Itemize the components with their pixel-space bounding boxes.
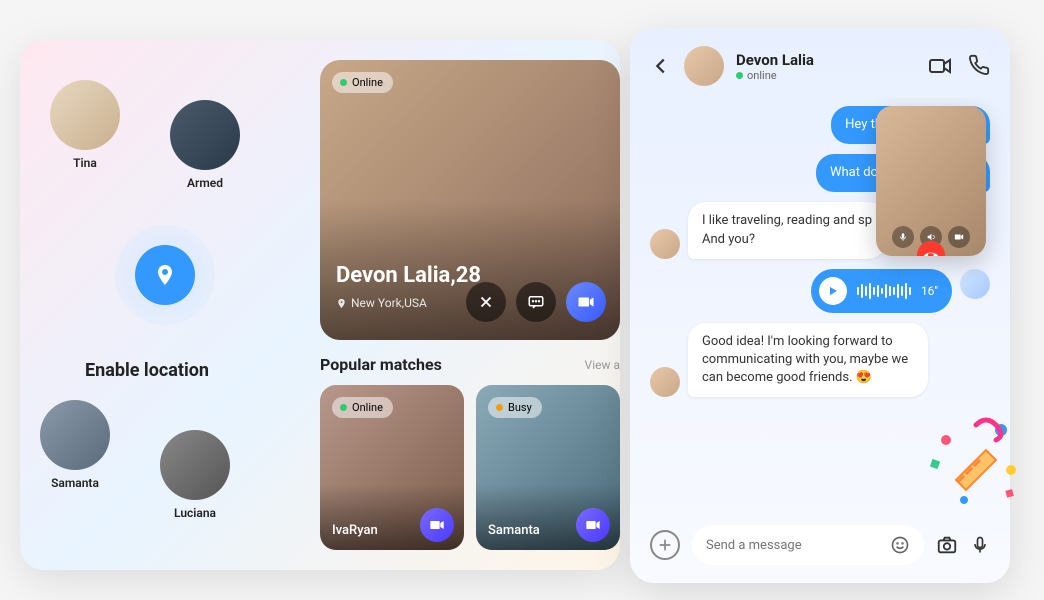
- user-name-label: Samanta: [40, 476, 110, 490]
- dismiss-button[interactable]: [466, 282, 506, 322]
- plus-icon: [657, 537, 673, 553]
- featured-profile-card[interactable]: Online Devon Lalia,28 New York,USA: [320, 60, 620, 340]
- status-pill: Online: [332, 397, 393, 418]
- chat-title-block: Devon Lalia online: [736, 51, 916, 82]
- pip-camera-button[interactable]: [948, 226, 970, 248]
- message-input[interactable]: [706, 538, 890, 553]
- message-button[interactable]: [516, 282, 556, 322]
- chat-input-bar: [630, 511, 1010, 583]
- user-name-label: Luciana: [160, 506, 230, 520]
- chat-panel: Devon Lalia online Hey there! Nice to me…: [630, 28, 1010, 583]
- waveform-icon: [857, 283, 911, 299]
- nearby-user-armed[interactable]: Armed: [170, 100, 240, 190]
- featured-location: New York,USA: [336, 296, 427, 310]
- message-bubble[interactable]: Good idea! I'm looking forward to commun…: [688, 323, 928, 398]
- voice-message-bubble[interactable]: 16'': [811, 269, 952, 313]
- pin-icon: [336, 298, 347, 309]
- video-icon: [585, 517, 601, 533]
- nearby-user-samanta[interactable]: Samanta: [40, 400, 110, 490]
- nearby-user-tina[interactable]: Tina: [50, 80, 120, 170]
- chat-contact-status: online: [736, 69, 916, 82]
- featured-actions: [466, 282, 606, 322]
- chat-header: Devon Lalia online: [630, 28, 1010, 98]
- video-call-button[interactable]: [420, 508, 454, 542]
- online-dot-icon: [736, 72, 743, 79]
- popular-name: IvaRyan: [332, 523, 378, 538]
- status-text: Busy: [508, 401, 532, 414]
- online-status-pill: Online: [332, 72, 393, 93]
- popular-card-samanta[interactable]: Busy Samanta: [476, 385, 620, 550]
- chat-body: Hey there! Nice to mee What do you usual…: [630, 98, 1010, 511]
- user-name-label: Armed: [170, 176, 240, 190]
- popular-title: Popular matches: [320, 355, 442, 374]
- video-icon: [928, 54, 952, 78]
- avatar: [170, 100, 240, 170]
- status-text: Online: [352, 401, 383, 414]
- chat-icon: [527, 293, 545, 311]
- message-row-voice: 16'': [650, 269, 990, 313]
- chat-header-actions: [928, 54, 990, 78]
- busy-dot-icon: [496, 404, 503, 411]
- emoji-button[interactable]: [890, 535, 910, 555]
- popular-name: Samanta: [488, 523, 540, 538]
- popular-header: Popular matches View a: [320, 355, 620, 374]
- nearby-user-luciana[interactable]: Luciana: [160, 430, 230, 520]
- video-call-button[interactable]: [576, 508, 610, 542]
- camera-button[interactable]: [936, 534, 958, 556]
- status-pill: Busy: [488, 397, 542, 418]
- pip-mute-button[interactable]: [892, 226, 914, 248]
- enable-location-label: Enable location: [85, 360, 209, 381]
- message-avatar: [650, 367, 680, 397]
- phone-hangup-icon: [924, 248, 938, 256]
- video-icon: [577, 293, 595, 311]
- phone-icon: [968, 54, 990, 76]
- avatar: [50, 80, 120, 150]
- mic-icon: [970, 535, 990, 555]
- smile-icon: [890, 535, 910, 555]
- avatar: [160, 430, 230, 500]
- message-avatar: [960, 269, 990, 299]
- video-icon: [954, 232, 964, 242]
- mic-button[interactable]: [970, 535, 990, 555]
- popular-card-ivaryan[interactable]: Online IvaRyan: [320, 385, 464, 550]
- voice-call-button[interactable]: [968, 54, 990, 78]
- back-button[interactable]: [650, 55, 672, 77]
- mic-icon: [898, 232, 908, 242]
- video-pip-overlay[interactable]: [876, 106, 986, 256]
- message-avatar: [650, 229, 680, 259]
- voice-duration: 16'': [921, 284, 938, 298]
- message-bubble[interactable]: I like traveling, reading and sp And you…: [688, 202, 886, 258]
- camera-icon: [936, 534, 958, 556]
- attach-button[interactable]: [650, 530, 680, 560]
- video-call-button[interactable]: [928, 54, 952, 78]
- chat-contact-name: Devon Lalia: [736, 51, 916, 69]
- view-all-link[interactable]: View a: [585, 358, 620, 372]
- close-icon: [477, 293, 495, 311]
- enable-location-button[interactable]: [115, 225, 215, 325]
- online-dot-icon: [340, 404, 347, 411]
- location-pin-icon: [153, 263, 177, 287]
- avatar: [40, 400, 110, 470]
- message-row-incoming: Good idea! I'm looking forward to commun…: [650, 323, 990, 398]
- message-input-container: [692, 525, 924, 565]
- online-dot-icon: [340, 79, 347, 86]
- chevron-left-icon: [650, 55, 672, 77]
- popular-grid: Online IvaRyan Busy Samanta: [320, 385, 620, 550]
- video-call-button[interactable]: [566, 282, 606, 322]
- play-button[interactable]: [819, 277, 847, 305]
- status-text: Online: [352, 76, 383, 89]
- video-icon: [429, 517, 445, 533]
- chat-avatar[interactable]: [684, 46, 724, 86]
- featured-name-age: Devon Lalia,28: [336, 263, 481, 288]
- play-icon: [827, 285, 839, 297]
- user-name-label: Tina: [50, 156, 120, 170]
- discover-panel: Tina Armed Samanta Luciana Enable locati…: [20, 40, 620, 570]
